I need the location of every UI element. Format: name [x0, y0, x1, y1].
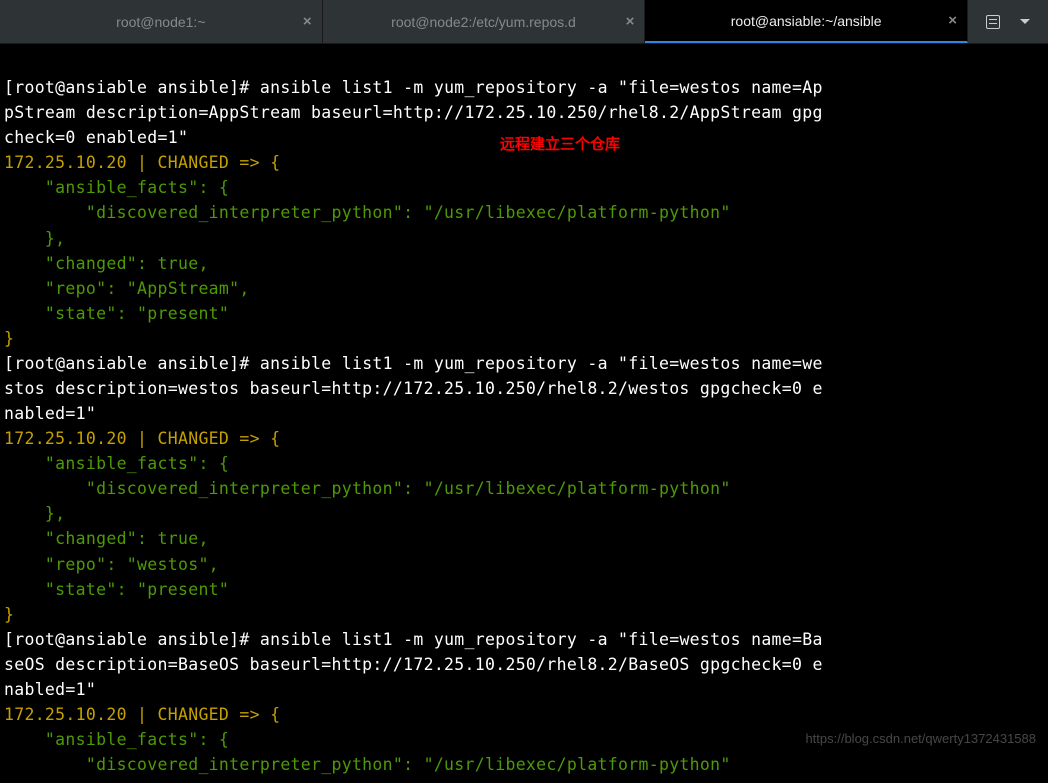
command-text: check=0 enabled=1": [4, 128, 188, 147]
tab-node1[interactable]: root@node1:~ ×: [0, 0, 323, 43]
output-line: 172.25.10.20 | CHANGED => {: [4, 705, 280, 724]
tab-bar: root@node1:~ × root@node2:/etc/yum.repos…: [0, 0, 1048, 44]
output-line: }: [4, 329, 14, 348]
output-line: "ansible_facts": {: [4, 730, 229, 749]
annotation-text: 远程建立三个仓库: [500, 133, 620, 154]
chevron-down-icon[interactable]: [1020, 19, 1030, 24]
output-line: }: [4, 605, 14, 624]
output-line: "discovered_interpreter_python": "/usr/l…: [4, 755, 608, 774]
shell-prompt: [root@ansiable ansible]#: [4, 78, 260, 97]
output-line: "repo": "AppStream",: [4, 279, 250, 298]
command-text: stos description=westos baseurl=http://1…: [4, 379, 823, 398]
command-text: nabled=1": [4, 680, 96, 699]
output-line: "changed": true,: [4, 529, 209, 548]
close-icon[interactable]: ×: [948, 12, 957, 29]
command-text: pStream description=AppStream baseurl=ht…: [4, 103, 823, 122]
close-icon[interactable]: ×: [626, 13, 635, 30]
command-text: nabled=1": [4, 404, 96, 423]
tab-label: root@node2:/etc/yum.repos.d: [391, 14, 576, 30]
tab-label: root@node1:~: [116, 14, 205, 30]
tab-ansiable[interactable]: root@ansiable:~/ansible ×: [645, 0, 968, 43]
command-text: ansible list1 -m yum_repository -a "file…: [260, 630, 823, 649]
output-line: "state": "present": [4, 304, 229, 323]
command-text: ansible list1 -m yum_repository -a "file…: [260, 78, 823, 97]
output-line: 172.25.10.20 | CHANGED => {: [4, 153, 280, 172]
output-line: },: [4, 504, 65, 523]
command-text: ansible list1 -m yum_repository -a "file…: [260, 354, 823, 373]
terminal-content[interactable]: [root@ansiable ansible]# ansible list1 -…: [0, 44, 1048, 783]
output-line: "repo": "westos",: [4, 555, 219, 574]
output-line: "discovered_interpreter_python": "/usr/l…: [4, 203, 731, 222]
output-line: "changed": true,: [4, 254, 209, 273]
close-icon[interactable]: ×: [303, 13, 312, 30]
menu-area: [968, 0, 1048, 43]
shell-prompt: [root@ansiable ansible]#: [4, 354, 260, 373]
output-line: "ansible_facts": {: [4, 178, 229, 197]
output-line: "state": "present": [4, 580, 229, 599]
output-line: form-python": [608, 755, 731, 774]
output-line: },: [4, 229, 65, 248]
output-line: 172.25.10.20 | CHANGED => {: [4, 429, 280, 448]
output-line: "ansible_facts": {: [4, 454, 229, 473]
tab-node2[interactable]: root@node2:/etc/yum.repos.d ×: [323, 0, 646, 43]
watermark-text: https://blog.csdn.net/qwerty1372431588: [805, 731, 1036, 746]
tab-label: root@ansiable:~/ansible: [731, 13, 882, 29]
command-text: seOS description=BaseOS baseurl=http://1…: [4, 655, 823, 674]
reader-icon[interactable]: [986, 15, 1000, 29]
output-line: "discovered_interpreter_python": "/usr/l…: [4, 479, 731, 498]
shell-prompt: [root@ansiable ansible]#: [4, 630, 260, 649]
